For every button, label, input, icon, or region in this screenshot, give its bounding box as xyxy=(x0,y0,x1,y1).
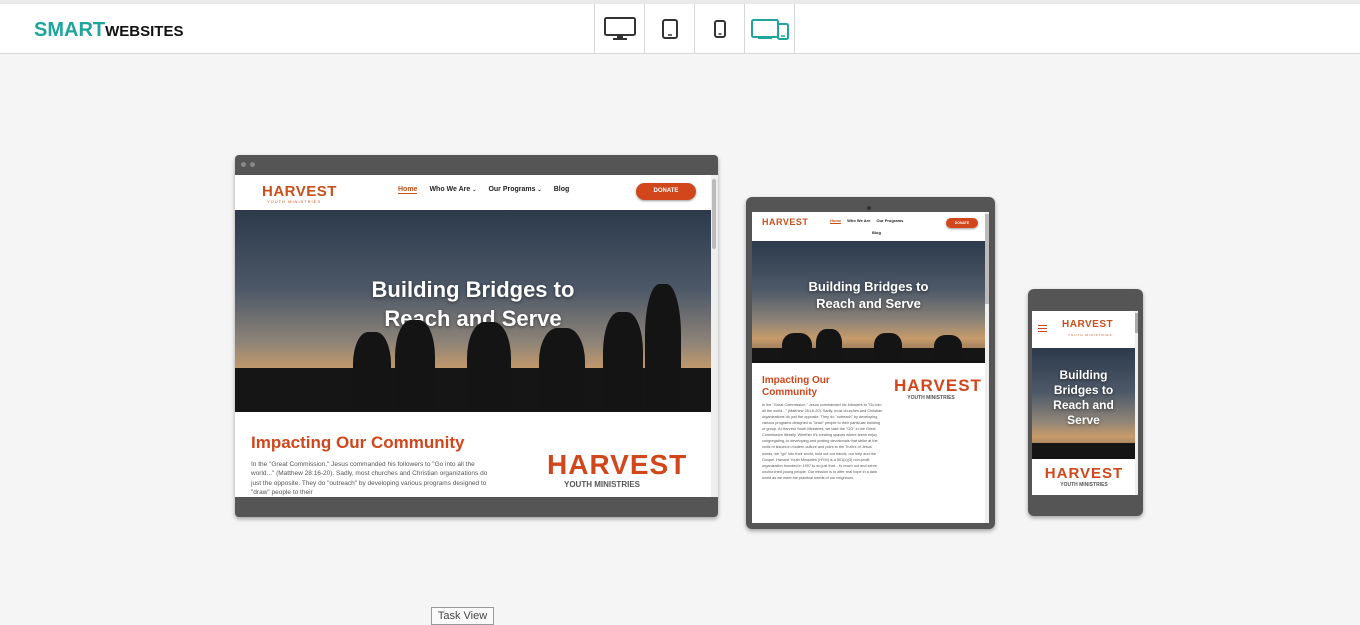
tablet-camera xyxy=(867,206,871,210)
nav-programs-link[interactable]: Our Programs xyxy=(876,218,903,224)
tablet-scrollbar[interactable] xyxy=(985,212,989,523)
nav-who-link[interactable]: Who We Are xyxy=(847,218,870,224)
tablet-view-button[interactable] xyxy=(645,4,695,53)
silhouette xyxy=(782,333,812,363)
site-nav-links: Home Who We Are Our Programs xyxy=(830,218,903,224)
app-header: SMARTWEBSITES xyxy=(0,0,1360,54)
desktop-preview-frame: HARVEST YOUTH MINISTRIES Home Who We Are… xyxy=(235,155,718,517)
silhouette xyxy=(353,332,391,412)
site-hero: Building Bridges to Reach and Serve xyxy=(752,241,985,363)
phone-view-button[interactable] xyxy=(695,4,745,53)
tablet-preview-frame: HARVEST Home Who We Are Our Programs Blo… xyxy=(746,197,995,529)
hero-title: Building Bridges to Reach and Serve xyxy=(752,278,985,312)
donate-button[interactable]: DONATE xyxy=(636,183,696,200)
harvest-stamp-logo: HARVEST YOUTH MINISTRIES xyxy=(894,376,982,401)
app-logo[interactable]: SMARTWEBSITES xyxy=(34,19,183,42)
all-devices-view-button[interactable] xyxy=(745,4,795,53)
harvest-stamp-logo: HARVEST YOUTH MINISTRIES xyxy=(547,449,688,490)
silhouette xyxy=(874,333,902,363)
nav-who-label: Who We Are xyxy=(429,186,471,193)
silhouette xyxy=(816,329,842,363)
hero-title-line4: Serve xyxy=(1067,413,1100,427)
phone-scrollbar[interactable] xyxy=(1135,311,1138,495)
site-brand-sub: YOUTH MINISTRIES xyxy=(1068,333,1113,337)
all-devices-icon xyxy=(750,18,789,40)
section-body: In the "Great Commission," Jesus command… xyxy=(762,403,883,480)
stamp-small-text: YOUTH MINISTRIES xyxy=(1060,482,1108,488)
phone-preview-screen[interactable]: HARVEST YOUTH MINISTRIES Building Bridge… xyxy=(1032,311,1135,495)
stamp-big-text: HARVEST xyxy=(894,376,982,395)
window-dots xyxy=(241,162,255,167)
logo-primary-text: SMART xyxy=(34,19,106,41)
nav-blog-link[interactable]: Blog xyxy=(872,230,881,235)
desktop-icon xyxy=(603,16,636,40)
phone-preview-frame: HARVEST YOUTH MINISTRIES Building Bridge… xyxy=(1028,289,1143,516)
site-navbar: HARVEST YOUTH MINISTRIES Home Who We Are… xyxy=(235,175,711,210)
nav-programs-label: Our Programs xyxy=(488,186,536,193)
site-navbar: HARVEST Home Who We Are Our Programs Blo… xyxy=(752,212,985,241)
silhouette xyxy=(645,284,681,412)
site-brand[interactable]: HARVEST xyxy=(1062,319,1113,330)
section-title: Impacting Our Community xyxy=(251,433,465,452)
site-nav-links: Home Who We Are ⌄ Our Programs ⌄ Blog xyxy=(398,186,569,194)
logo-secondary-text: WEBSITES xyxy=(105,23,184,40)
hero-title-line1: Building Bridges to xyxy=(371,277,575,302)
site-hero: Building Bridges to Reach and Serve xyxy=(235,210,711,412)
hero-grass xyxy=(1032,443,1135,459)
nav-home-link[interactable]: Home xyxy=(830,218,842,224)
site-nav-links-row2: Blog xyxy=(872,230,881,235)
section-title-line1: Impacting Our xyxy=(762,375,830,386)
site-navbar: HARVEST YOUTH MINISTRIES xyxy=(1032,311,1135,348)
hero-title-line2: Bridges to xyxy=(1053,383,1114,397)
section-title-line2: Community xyxy=(762,387,817,398)
hero-title-line3: Reach and xyxy=(1053,398,1114,412)
stamp-small-text: YOUTH MINISTRIES xyxy=(563,480,640,489)
tablet-preview-screen[interactable]: HARVEST Home Who We Are Our Programs Blo… xyxy=(752,212,985,523)
section-title: Impacting Our Community xyxy=(762,375,830,399)
desktop-scrollbar[interactable] xyxy=(711,175,718,497)
hero-title: Building Bridges to Reach and Serve xyxy=(1032,368,1135,428)
phone-icon xyxy=(713,19,726,38)
nav-programs-link[interactable]: Our Programs ⌄ xyxy=(488,186,541,194)
nav-home-link[interactable]: Home xyxy=(398,186,418,194)
nav-who-link[interactable]: Who We Are ⌄ xyxy=(429,186,476,194)
silhouette xyxy=(539,328,585,412)
site-hero: Building Bridges to Reach and Serve xyxy=(1032,348,1135,459)
tablet-icon xyxy=(661,18,678,39)
hamburger-menu-icon[interactable] xyxy=(1038,325,1047,332)
hero-title-line2: Reach and Serve xyxy=(816,296,921,311)
site-brand[interactable]: HARVEST xyxy=(762,217,808,227)
harvest-stamp-logo: HARVEST YOUTH MINISTRIES xyxy=(1042,465,1126,488)
device-preview-toolbar xyxy=(594,4,795,53)
donate-button[interactable]: DONATE xyxy=(946,218,978,228)
section-body: In the "Great Commission," Jesus command… xyxy=(251,461,488,497)
stamp-big-text: HARVEST xyxy=(1044,465,1124,482)
hero-title-line1: Building xyxy=(1059,368,1108,382)
hero-title-line1: Building Bridges to xyxy=(808,279,929,294)
site-brand-sub: YOUTH MINISTRIES xyxy=(267,199,322,204)
stamp-big-text: HARVEST xyxy=(547,449,688,480)
silhouette xyxy=(934,335,962,363)
silhouette xyxy=(467,322,511,412)
desktop-preview-screen[interactable]: HARVEST YOUTH MINISTRIES Home Who We Are… xyxy=(235,175,711,497)
stamp-small-text: YOUTH MINISTRIES xyxy=(907,395,955,401)
task-view-tooltip: Task View xyxy=(431,607,494,625)
site-brand[interactable]: HARVEST xyxy=(262,183,337,200)
desktop-view-button[interactable] xyxy=(595,4,645,53)
silhouette xyxy=(395,320,435,412)
chevron-down-icon: ⌄ xyxy=(537,187,542,193)
hero-title: Building Bridges to Reach and Serve xyxy=(235,275,711,333)
nav-blog-link[interactable]: Blog xyxy=(554,186,570,194)
silhouette xyxy=(603,312,643,412)
chevron-down-icon: ⌄ xyxy=(472,187,477,193)
